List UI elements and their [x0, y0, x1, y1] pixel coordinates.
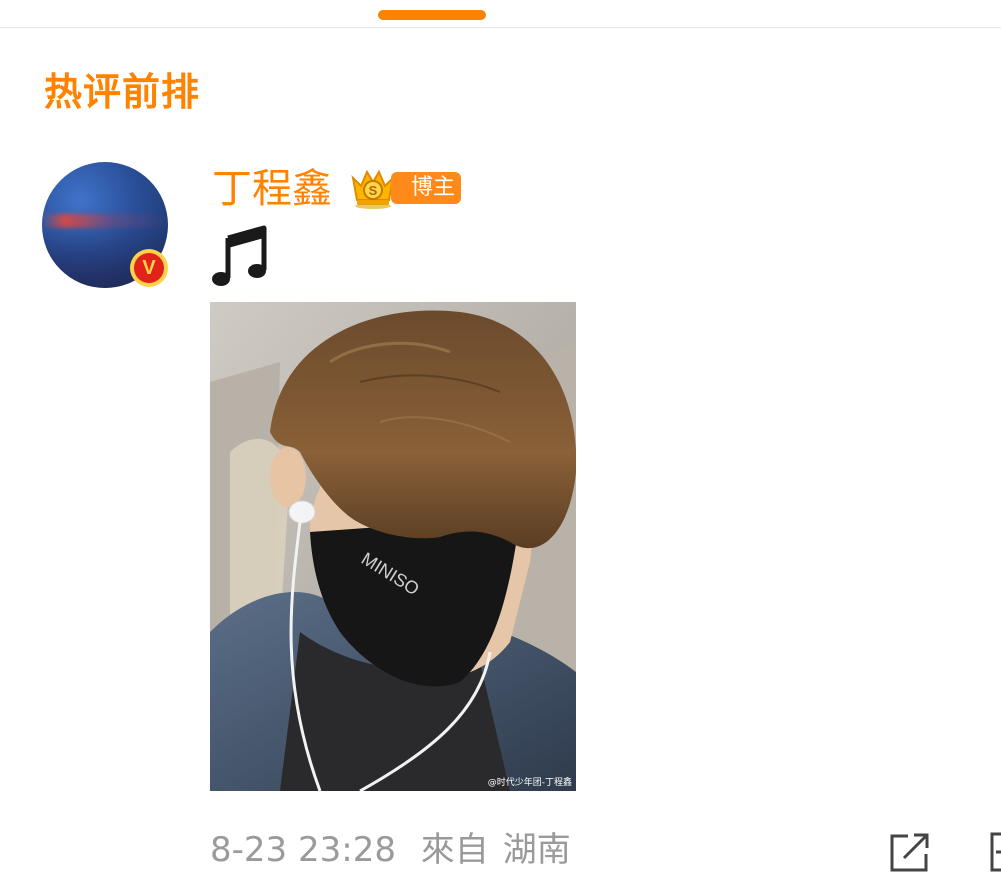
more-button[interactable] — [986, 830, 1001, 874]
share-icon — [890, 833, 929, 872]
active-tab-indicator — [378, 10, 486, 20]
music-note-icon — [212, 225, 267, 286]
post-source-prefix: 來自 — [420, 830, 489, 870]
blogger-badge: S 博主 — [347, 166, 461, 210]
svg-text:S: S — [369, 183, 378, 198]
more-icon — [990, 832, 1001, 872]
top-divider — [0, 27, 1001, 28]
image-watermark: @时代少年团-丁程鑫 — [488, 776, 572, 788]
post-image[interactable]: MINISO @时代少年团-丁程鑫 — [210, 302, 576, 791]
post-photo: MINISO @时代少年团-丁程鑫 — [210, 302, 576, 791]
author-name[interactable]: 丁程鑫 — [212, 164, 332, 214]
blogger-badge-label: 博主 — [391, 172, 461, 204]
verified-badge-icon: V — [130, 249, 168, 287]
section-title: 热评前排 — [44, 70, 201, 114]
post-meta: 8-23 23:28 來自 湖南 — [210, 828, 585, 872]
comment-page: 热评前排 V 丁程鑫 S 博主 MINISO @时代少年团-丁程鑫 8-23 2… — [0, 0, 1001, 890]
verified-mark: V — [134, 253, 164, 283]
share-button[interactable] — [886, 830, 932, 874]
post-timestamp: 8-23 23:28 — [210, 830, 396, 870]
post-location: 湖南 — [502, 830, 571, 870]
